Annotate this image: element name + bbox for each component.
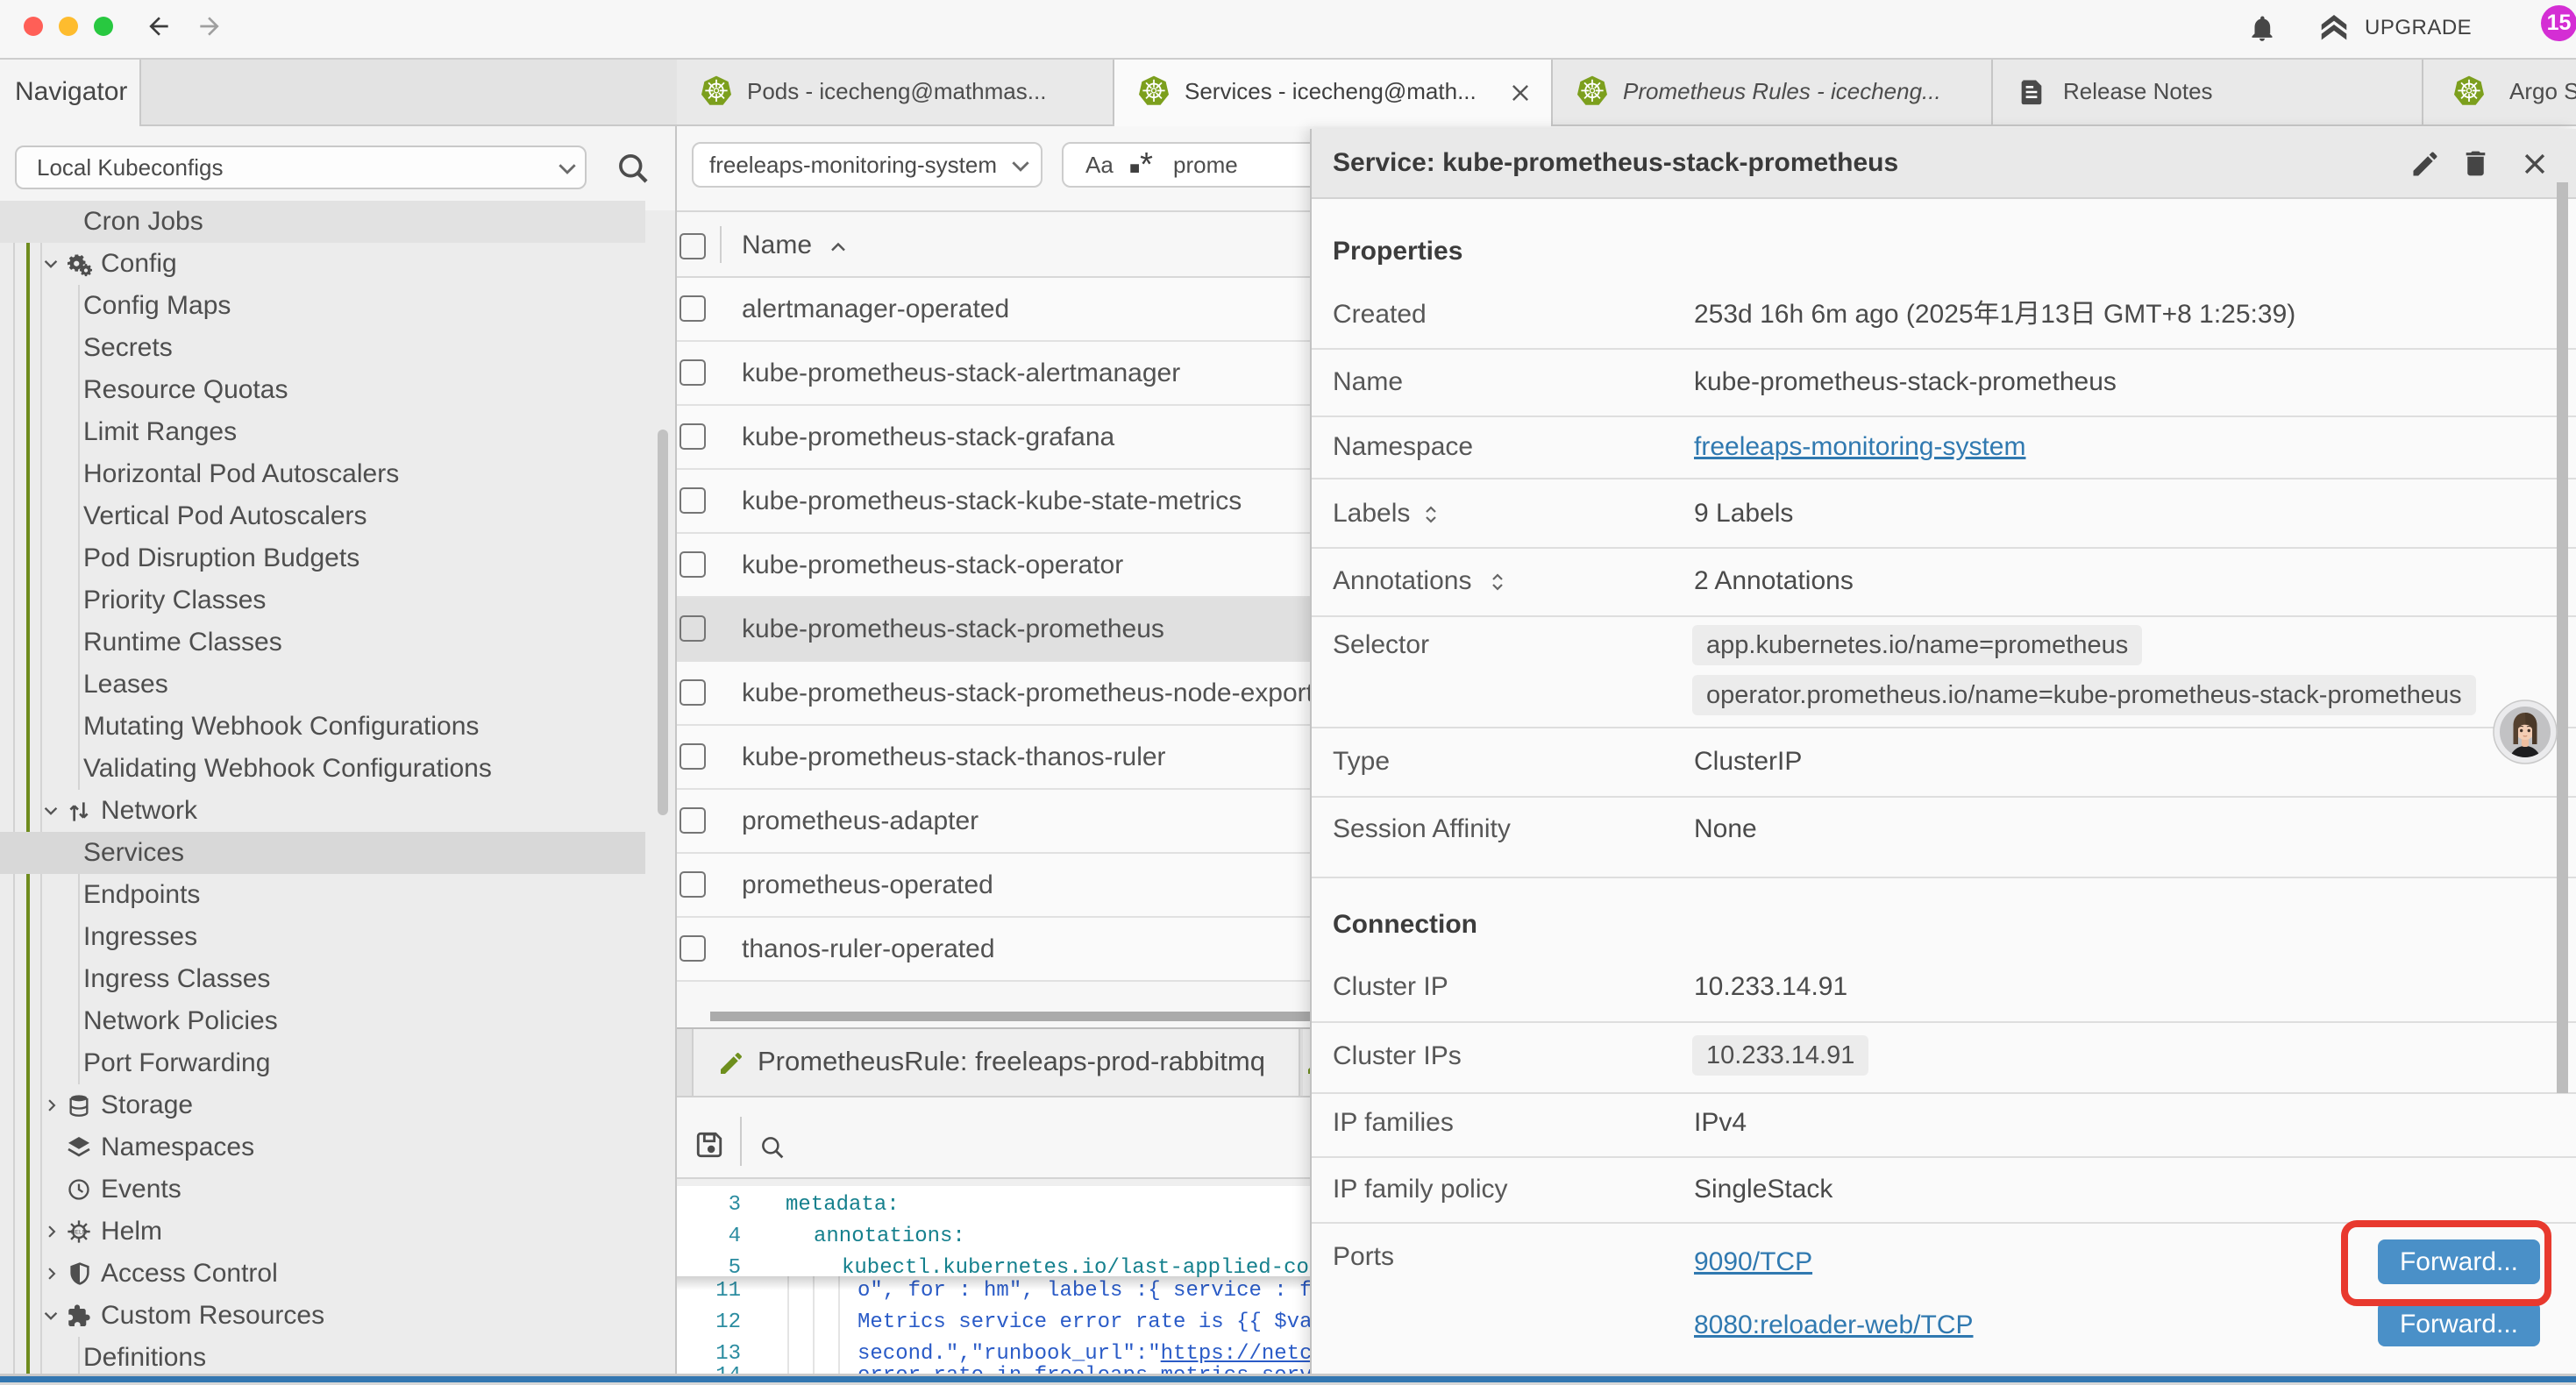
- svg-text:HELM: HELM: [71, 1229, 88, 1235]
